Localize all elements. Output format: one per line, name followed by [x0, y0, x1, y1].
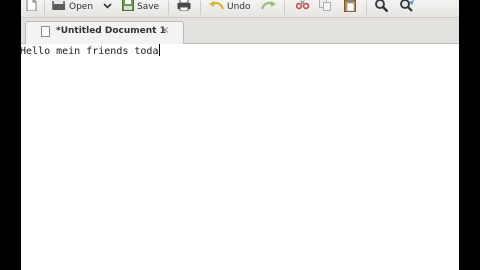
- editor-window: Open Save Undo *Untitled Document 1 × He…: [21, 0, 459, 270]
- find-replace-icon: [400, 0, 415, 15]
- document-new-icon: [26, 0, 37, 14]
- toolbar-separator: [168, 1, 169, 15]
- undo-button-label: Undo: [227, 1, 251, 12]
- folder-open-icon: [52, 0, 66, 14]
- undo-icon: [209, 0, 225, 13]
- cut-button[interactable]: [295, 0, 310, 13]
- close-icon[interactable]: ×: [161, 25, 169, 37]
- editor-text-line: Hello mein friends toda: [21, 44, 161, 59]
- toolbar-separator: [366, 1, 367, 15]
- text-editor-area[interactable]: Hello mein friends toda: [21, 44, 459, 270]
- save-button[interactable]: Save: [122, 0, 159, 13]
- document-icon: [41, 26, 50, 37]
- save-icon: [122, 0, 134, 14]
- tab-bar: *Untitled Document 1 ×: [21, 18, 459, 44]
- search-icon: [375, 0, 389, 15]
- print-icon: [177, 0, 191, 14]
- redo-icon: [260, 0, 276, 13]
- paste-button[interactable]: [344, 0, 356, 13]
- undo-button[interactable]: Undo: [209, 0, 251, 13]
- save-button-label: Save: [137, 1, 160, 12]
- print-button[interactable]: [177, 0, 191, 13]
- tab-untitled-document[interactable]: *Untitled Document 1 ×: [25, 21, 184, 44]
- paste-icon: [344, 0, 356, 15]
- tab-title: *Untitled Document 1: [56, 26, 166, 36]
- redo-button[interactable]: [260, 0, 276, 13]
- editor-text: Hello mein friends toda: [21, 46, 159, 57]
- copy-button[interactable]: [319, 0, 331, 13]
- text-cursor: [159, 44, 161, 56]
- toolbar-separator: [44, 1, 45, 15]
- find-replace-button[interactable]: [400, 0, 415, 13]
- cut-icon: [295, 0, 310, 13]
- open-recent-dropdown[interactable]: [103, 0, 112, 13]
- chevron-down-icon: [103, 2, 112, 12]
- copy-icon: [319, 0, 331, 14]
- toolbar-separator: [200, 1, 201, 15]
- new-document-button[interactable]: [26, 0, 37, 13]
- open-button[interactable]: Open: [52, 0, 93, 13]
- find-button[interactable]: [375, 0, 389, 15]
- toolbar-separator: [284, 1, 285, 15]
- toolbar: Open Save Undo: [21, 0, 459, 18]
- open-button-label: Open: [69, 1, 94, 12]
